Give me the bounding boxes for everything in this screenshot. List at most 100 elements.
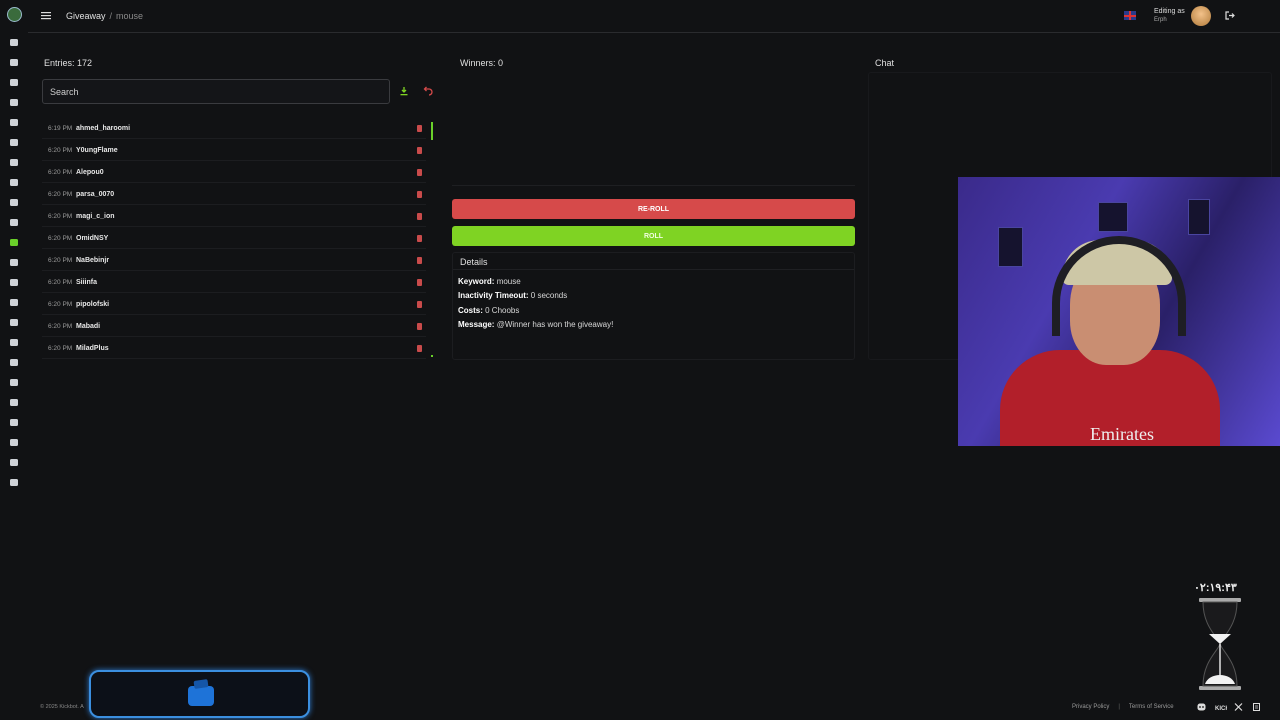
- pen-icon[interactable]: [9, 78, 19, 87]
- delete-icon[interactable]: [417, 213, 422, 220]
- delete-icon[interactable]: [417, 191, 422, 198]
- alert-icon[interactable]: [9, 178, 19, 187]
- cart-icon[interactable]: [9, 258, 19, 267]
- details-title: Details: [460, 257, 488, 267]
- delete-icon[interactable]: [417, 301, 422, 308]
- details-message: Message: @Winner has won the giveaway!: [458, 320, 613, 329]
- delete-icon[interactable]: [417, 345, 422, 352]
- dashboard-icon[interactable]: [9, 38, 19, 47]
- list-item[interactable]: 6:20 PM NaBebinjr: [42, 250, 426, 271]
- avatar[interactable]: [1191, 6, 1211, 26]
- delete-icon[interactable]: [417, 279, 422, 286]
- entries-list: 6:19 PM ahmed_haroomi 6:20 PM Y0ungFlame 6:2…: [42, 118, 434, 360]
- reroll-button[interactable]: RE-ROLL: [452, 199, 855, 219]
- monitor-icon[interactable]: [9, 418, 19, 427]
- language-flag-icon[interactable]: [1124, 11, 1136, 20]
- gamepad-icon[interactable]: [9, 458, 19, 467]
- list-item[interactable]: 6:19 PM ahmed_haroomi: [42, 118, 426, 139]
- entry-username: Siiinfa: [76, 279, 98, 286]
- doc-icon[interactable]: [1252, 703, 1261, 711]
- message-icon[interactable]: [9, 398, 19, 407]
- entry-time: 6:20 PM: [48, 257, 73, 264]
- x-icon[interactable]: [1234, 703, 1243, 711]
- privacy-policy-link[interactable]: Privacy Policy: [1072, 704, 1109, 710]
- delete-icon[interactable]: [417, 323, 422, 330]
- scrollbar-thumb[interactable]: [431, 122, 433, 140]
- music-icon[interactable]: [9, 198, 19, 207]
- breadcrumb-giveaway[interactable]: Giveaway: [66, 11, 106, 21]
- editing-as-info: Editing as Erph: [1154, 7, 1185, 25]
- keyword-value: mouse: [496, 277, 521, 286]
- copyright-text: © 2025 Kickbot. A: [40, 704, 84, 710]
- message-value: @Winner has won the giveaway!: [496, 320, 614, 329]
- entry-time: 6:20 PM: [48, 323, 73, 330]
- stream-timer: ۰۲:۱۹:۴۳: [1194, 582, 1237, 594]
- list-item[interactable]: 6:20 PM Mabadi: [42, 316, 426, 337]
- entry-time: 6:20 PM: [48, 213, 73, 220]
- list-item[interactable]: 6:20 PM MiladPlus: [42, 338, 426, 359]
- gift-icon[interactable]: [9, 238, 19, 247]
- chat-title: Chat: [875, 58, 895, 68]
- entry-username: Alepou0: [76, 169, 104, 176]
- list-item[interactable]: 6:20 PM parsa_0070: [42, 184, 426, 205]
- hamburger-menu-icon[interactable]: [41, 11, 51, 20]
- delete-icon[interactable]: [417, 125, 422, 132]
- terms-of-service-link[interactable]: Terms of Service: [1129, 704, 1174, 710]
- video-icon[interactable]: [9, 318, 19, 327]
- chart-icon[interactable]: [9, 298, 19, 307]
- card-icon[interactable]: [9, 478, 19, 487]
- list-item[interactable]: 6:20 PM pipolofski: [42, 294, 426, 315]
- message-label: Message:: [458, 320, 495, 329]
- search-icon[interactable]: [9, 438, 19, 447]
- entry-username: magi_c_ion: [76, 213, 115, 220]
- film-icon[interactable]: [9, 378, 19, 387]
- wallet-icon: [188, 686, 214, 706]
- list-item[interactable]: 6:20 PM OmidNSY: [42, 228, 426, 249]
- app-logo[interactable]: [7, 7, 22, 22]
- document-icon[interactable]: [9, 58, 19, 67]
- entries-title: Entries: 172: [44, 58, 93, 68]
- box-icon[interactable]: [9, 338, 19, 347]
- search-input[interactable]: [42, 79, 390, 104]
- entry-time: 6:20 PM: [48, 279, 73, 286]
- entry-username: parsa_0070: [76, 191, 115, 198]
- clock-icon[interactable]: [9, 138, 19, 147]
- details-divider: [453, 269, 854, 270]
- top-bar: Giveaway / mouse: [28, 0, 1280, 33]
- sidebar: [0, 0, 28, 720]
- delete-icon[interactable]: [417, 235, 422, 242]
- wrench-icon[interactable]: [9, 98, 19, 107]
- undo-icon[interactable]: [422, 86, 433, 96]
- footer-separator: |: [1118, 704, 1120, 710]
- footer-links: Privacy Policy | Terms of Service: [1072, 704, 1174, 710]
- shield-icon[interactable]: [9, 158, 19, 167]
- chat-icon[interactable]: [9, 118, 19, 127]
- entry-time: 6:20 PM: [48, 169, 73, 176]
- link-icon[interactable]: [9, 278, 19, 287]
- wall-poster: [1188, 199, 1210, 235]
- list-item[interactable]: 6:20 PM magi_c_ion: [42, 206, 426, 227]
- wall-poster: [1098, 202, 1128, 232]
- discord-icon[interactable]: [1197, 703, 1206, 711]
- list-item[interactable]: 6:20 PM Alepou0: [42, 162, 426, 183]
- logout-icon[interactable]: [1225, 11, 1235, 20]
- svg-text:KICK: KICK: [1215, 706, 1227, 711]
- list-item[interactable]: 6:20 PM Siiinfa: [42, 272, 426, 293]
- entry-time: 6:20 PM: [48, 147, 73, 154]
- roll-button[interactable]: ROLL: [452, 226, 855, 246]
- winners-list: [452, 72, 855, 186]
- delete-icon[interactable]: [417, 147, 422, 154]
- list-item[interactable]: 6:20 PM Y0ungFlame: [42, 140, 426, 161]
- download-icon[interactable]: [399, 86, 409, 96]
- entry-username: Y0ungFlame: [76, 147, 118, 154]
- breadcrumb-current: mouse: [116, 11, 144, 21]
- delete-icon[interactable]: [417, 257, 422, 264]
- hourglass-icon: [1199, 598, 1241, 690]
- star-icon[interactable]: [9, 218, 19, 227]
- smile-icon[interactable]: [9, 358, 19, 367]
- delete-icon[interactable]: [417, 169, 422, 176]
- entry-time: 6:20 PM: [48, 191, 73, 198]
- costs-value: 0 Choobs: [485, 306, 520, 315]
- kick-icon[interactable]: KICK: [1215, 703, 1227, 711]
- details-panel: Details Keyword: mouse Inactivity Timeou…: [452, 252, 855, 360]
